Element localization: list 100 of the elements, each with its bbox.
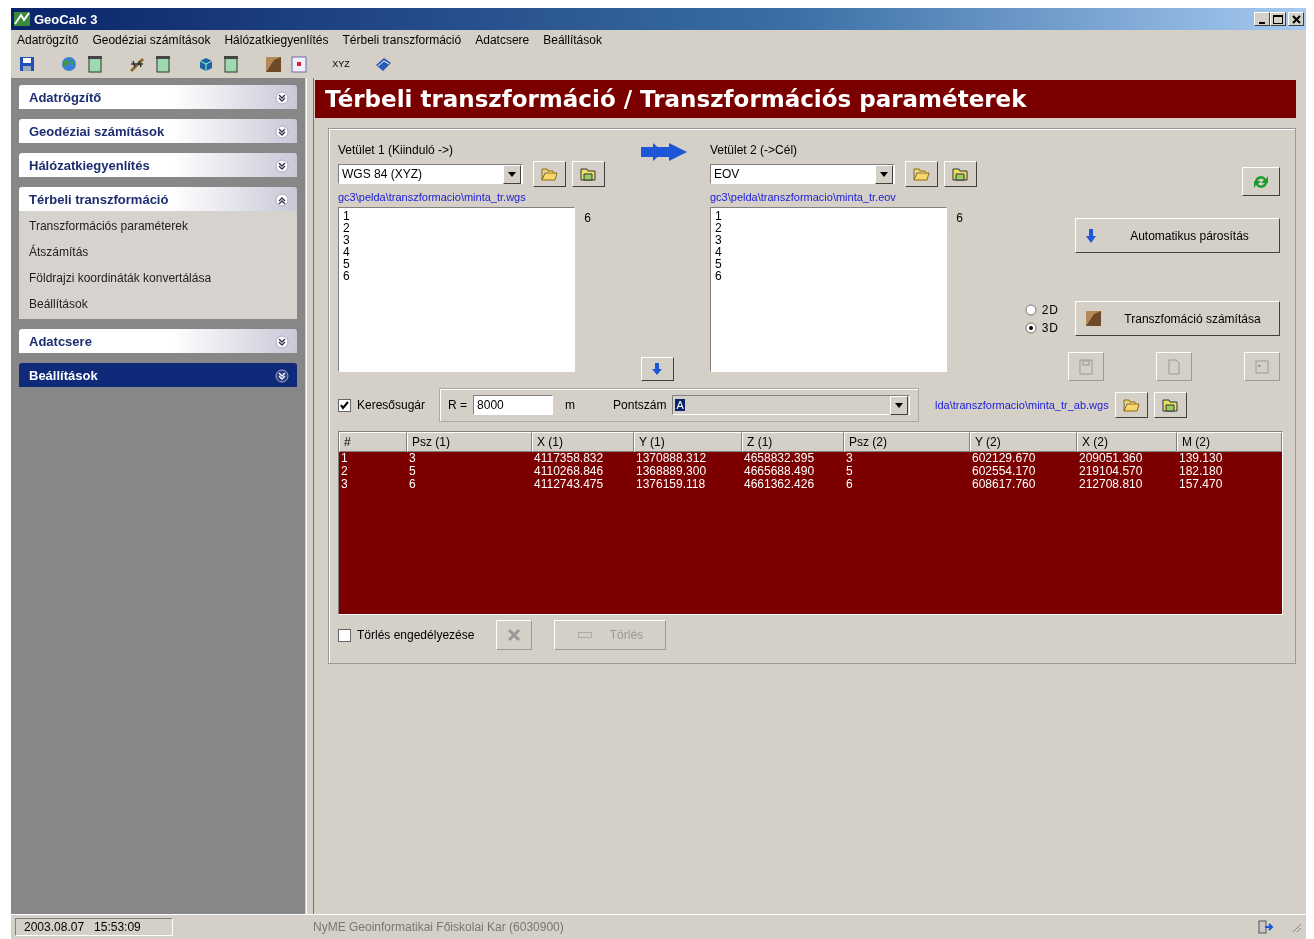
- column-header[interactable]: Y (1): [634, 432, 742, 452]
- compute-button[interactable]: Transzfomáció számítása: [1075, 301, 1280, 336]
- list-item[interactable]: 4: [715, 246, 942, 258]
- list-item[interactable]: 2: [343, 222, 570, 234]
- status-text: NyME Geoinformatikai Főiskolai Kar (6030900): [313, 920, 565, 934]
- menu-item[interactable]: Hálózatkiegyenlítés: [224, 33, 329, 47]
- table-cell-text: 602554.170: [971, 465, 1037, 478]
- sidebar-link[interactable]: Átszámítás: [29, 243, 287, 261]
- point-list[interactable]: 1 2 3 4 5 6: [710, 207, 947, 372]
- table-cell-text: 602129.670: [971, 452, 1037, 465]
- menu-item[interactable]: Adatrögzítő: [17, 33, 79, 47]
- file-path-link[interactable]: lda\transzformacio\minta_tr_ab.wgs: [935, 399, 1109, 411]
- sidebar-section-header[interactable]: Beállítások: [19, 363, 297, 387]
- sidebar-link[interactable]: Beállítások: [29, 295, 287, 313]
- list-item[interactable]: 2: [715, 222, 942, 234]
- minimize-icon: [1259, 21, 1265, 24]
- sidebar-link[interactable]: Földrajzi koordináták konvertálása: [29, 269, 287, 287]
- folder-icon: [1121, 396, 1141, 414]
- table-cell-text: 4117358.832: [533, 452, 605, 465]
- field-label: Vetület 1 (Kiinduló ->): [338, 143, 455, 159]
- projection-dropdown[interactable]: WGS 84 (XYZ): [338, 164, 523, 184]
- section-title: Beállítások: [29, 367, 98, 383]
- expand-icon: [275, 89, 289, 105]
- expand-icon: [275, 157, 289, 173]
- section-title: Térbeli transzformáció: [29, 191, 169, 207]
- sidebar-section-header[interactable]: Adatcsere: [19, 329, 297, 353]
- table-cell-text: 1370888.312: [635, 452, 708, 465]
- sidebar-section-header[interactable]: Hálózatkiegyenlítés: [19, 153, 297, 177]
- save-file-button[interactable]: [572, 161, 605, 187]
- point-dropdown[interactable]: A: [672, 395, 911, 415]
- auto-pair-button[interactable]: Automatikus párosítás: [1075, 218, 1280, 253]
- table-cell-text: 4665688.490: [743, 465, 816, 478]
- table-cell-text: 2: [340, 465, 349, 478]
- app-icon: [13, 11, 31, 27]
- list-item[interactable]: 6: [715, 270, 942, 282]
- sidebar-link[interactable]: Transzformációs paraméterek: [29, 217, 287, 235]
- frame-icon: [289, 54, 309, 74]
- sidebar-section-header[interactable]: Térbeli transzformáció: [19, 187, 297, 211]
- list-item[interactable]: 5: [715, 258, 942, 270]
- save-file-button[interactable]: [944, 161, 977, 187]
- section-title: Geodéziai számítások: [29, 123, 165, 139]
- list-item[interactable]: 4: [343, 246, 570, 258]
- column-header[interactable]: Psz (2): [844, 432, 970, 452]
- table-cell-text: 6: [845, 478, 854, 491]
- sidebar-section-header[interactable]: Geodéziai számítások: [19, 119, 297, 143]
- floppy-icon: [17, 54, 37, 74]
- open-file-button[interactable]: [905, 161, 938, 187]
- open-file-button[interactable]: [533, 161, 566, 187]
- menu-item[interactable]: Térbeli transzformáció: [342, 33, 462, 47]
- splitter[interactable]: [306, 78, 314, 914]
- column-header[interactable]: Z (1): [742, 432, 844, 452]
- file-path-link[interactable]: gc3\pelda\transzformacio\minta_tr.wgs: [338, 187, 618, 207]
- sidebar-section-header[interactable]: Adatrögzítő: [19, 85, 297, 109]
- table-cell-text: 4110268.846: [533, 465, 605, 478]
- close-button[interactable]: [1288, 12, 1304, 26]
- mode-radio[interactable]: 2D: [1024, 302, 1059, 317]
- window-icon: [1253, 357, 1271, 376]
- column-header[interactable]: X (1): [532, 432, 634, 452]
- column-header[interactable]: X (2): [1077, 432, 1177, 452]
- table-cell-text: 4661362.426: [743, 478, 816, 491]
- save-file-button[interactable]: [1153, 392, 1187, 418]
- table-cell-text: 4112743.475: [533, 478, 605, 491]
- table-cell-text: 3: [408, 452, 417, 465]
- table-cell-text: 212708.810: [1078, 478, 1144, 491]
- point-count: 6: [577, 207, 598, 229]
- column-header[interactable]: Y (2): [970, 432, 1077, 452]
- projection-dropdown[interactable]: EOV: [710, 164, 895, 184]
- radius-field[interactable]: 8000: [473, 395, 554, 415]
- column-header[interactable]: M (2): [1177, 432, 1282, 452]
- table-cell-text: 608617.760: [971, 478, 1037, 491]
- column-header[interactable]: Psz (1): [407, 432, 532, 452]
- mode-radio[interactable]: 3D: [1024, 320, 1059, 335]
- toolbar-button[interactable]: XYZ: [329, 52, 353, 76]
- table-cell-text: 219104.570: [1078, 465, 1144, 478]
- folder-icon: [912, 165, 931, 183]
- table-cell-text: 139.130: [1178, 452, 1224, 465]
- point-list[interactable]: 1 2 3 4 5 6: [338, 207, 575, 372]
- list-item[interactable]: 5: [343, 258, 570, 270]
- maximize-icon: [1273, 14, 1283, 24]
- column-header[interactable]: #: [339, 432, 407, 452]
- minimize-button[interactable]: [1254, 12, 1270, 26]
- resize-grip-icon: [1290, 921, 1302, 933]
- list-item[interactable]: 1: [343, 210, 570, 222]
- open-file-button[interactable]: [1114, 392, 1148, 418]
- table-cell-text: 1376159.118: [635, 478, 707, 491]
- copy-down-button[interactable]: [640, 357, 674, 381]
- table-cell-text: 4658832.395: [743, 452, 816, 465]
- list-item[interactable]: 3: [715, 234, 942, 246]
- list-item[interactable]: 3: [343, 234, 570, 246]
- menu-item[interactable]: Adatcsere: [475, 33, 530, 47]
- file-path-link[interactable]: gc3\pelda\transzformacio\minta_tr.eov: [710, 187, 990, 207]
- status-datetime: 2003.08.07 15:53:09: [15, 918, 173, 936]
- menu-item[interactable]: Geodéziai számítások: [92, 33, 211, 47]
- menu-item[interactable]: Beállítások: [543, 33, 602, 47]
- maximize-button[interactable]: [1270, 12, 1286, 26]
- list-item[interactable]: 1: [715, 210, 942, 222]
- list-item[interactable]: 6: [343, 270, 570, 282]
- search-radius-checkbox[interactable]: Keresősugár: [338, 398, 426, 412]
- refresh-button[interactable]: [1242, 167, 1280, 196]
- unit-label: m: [565, 398, 576, 412]
